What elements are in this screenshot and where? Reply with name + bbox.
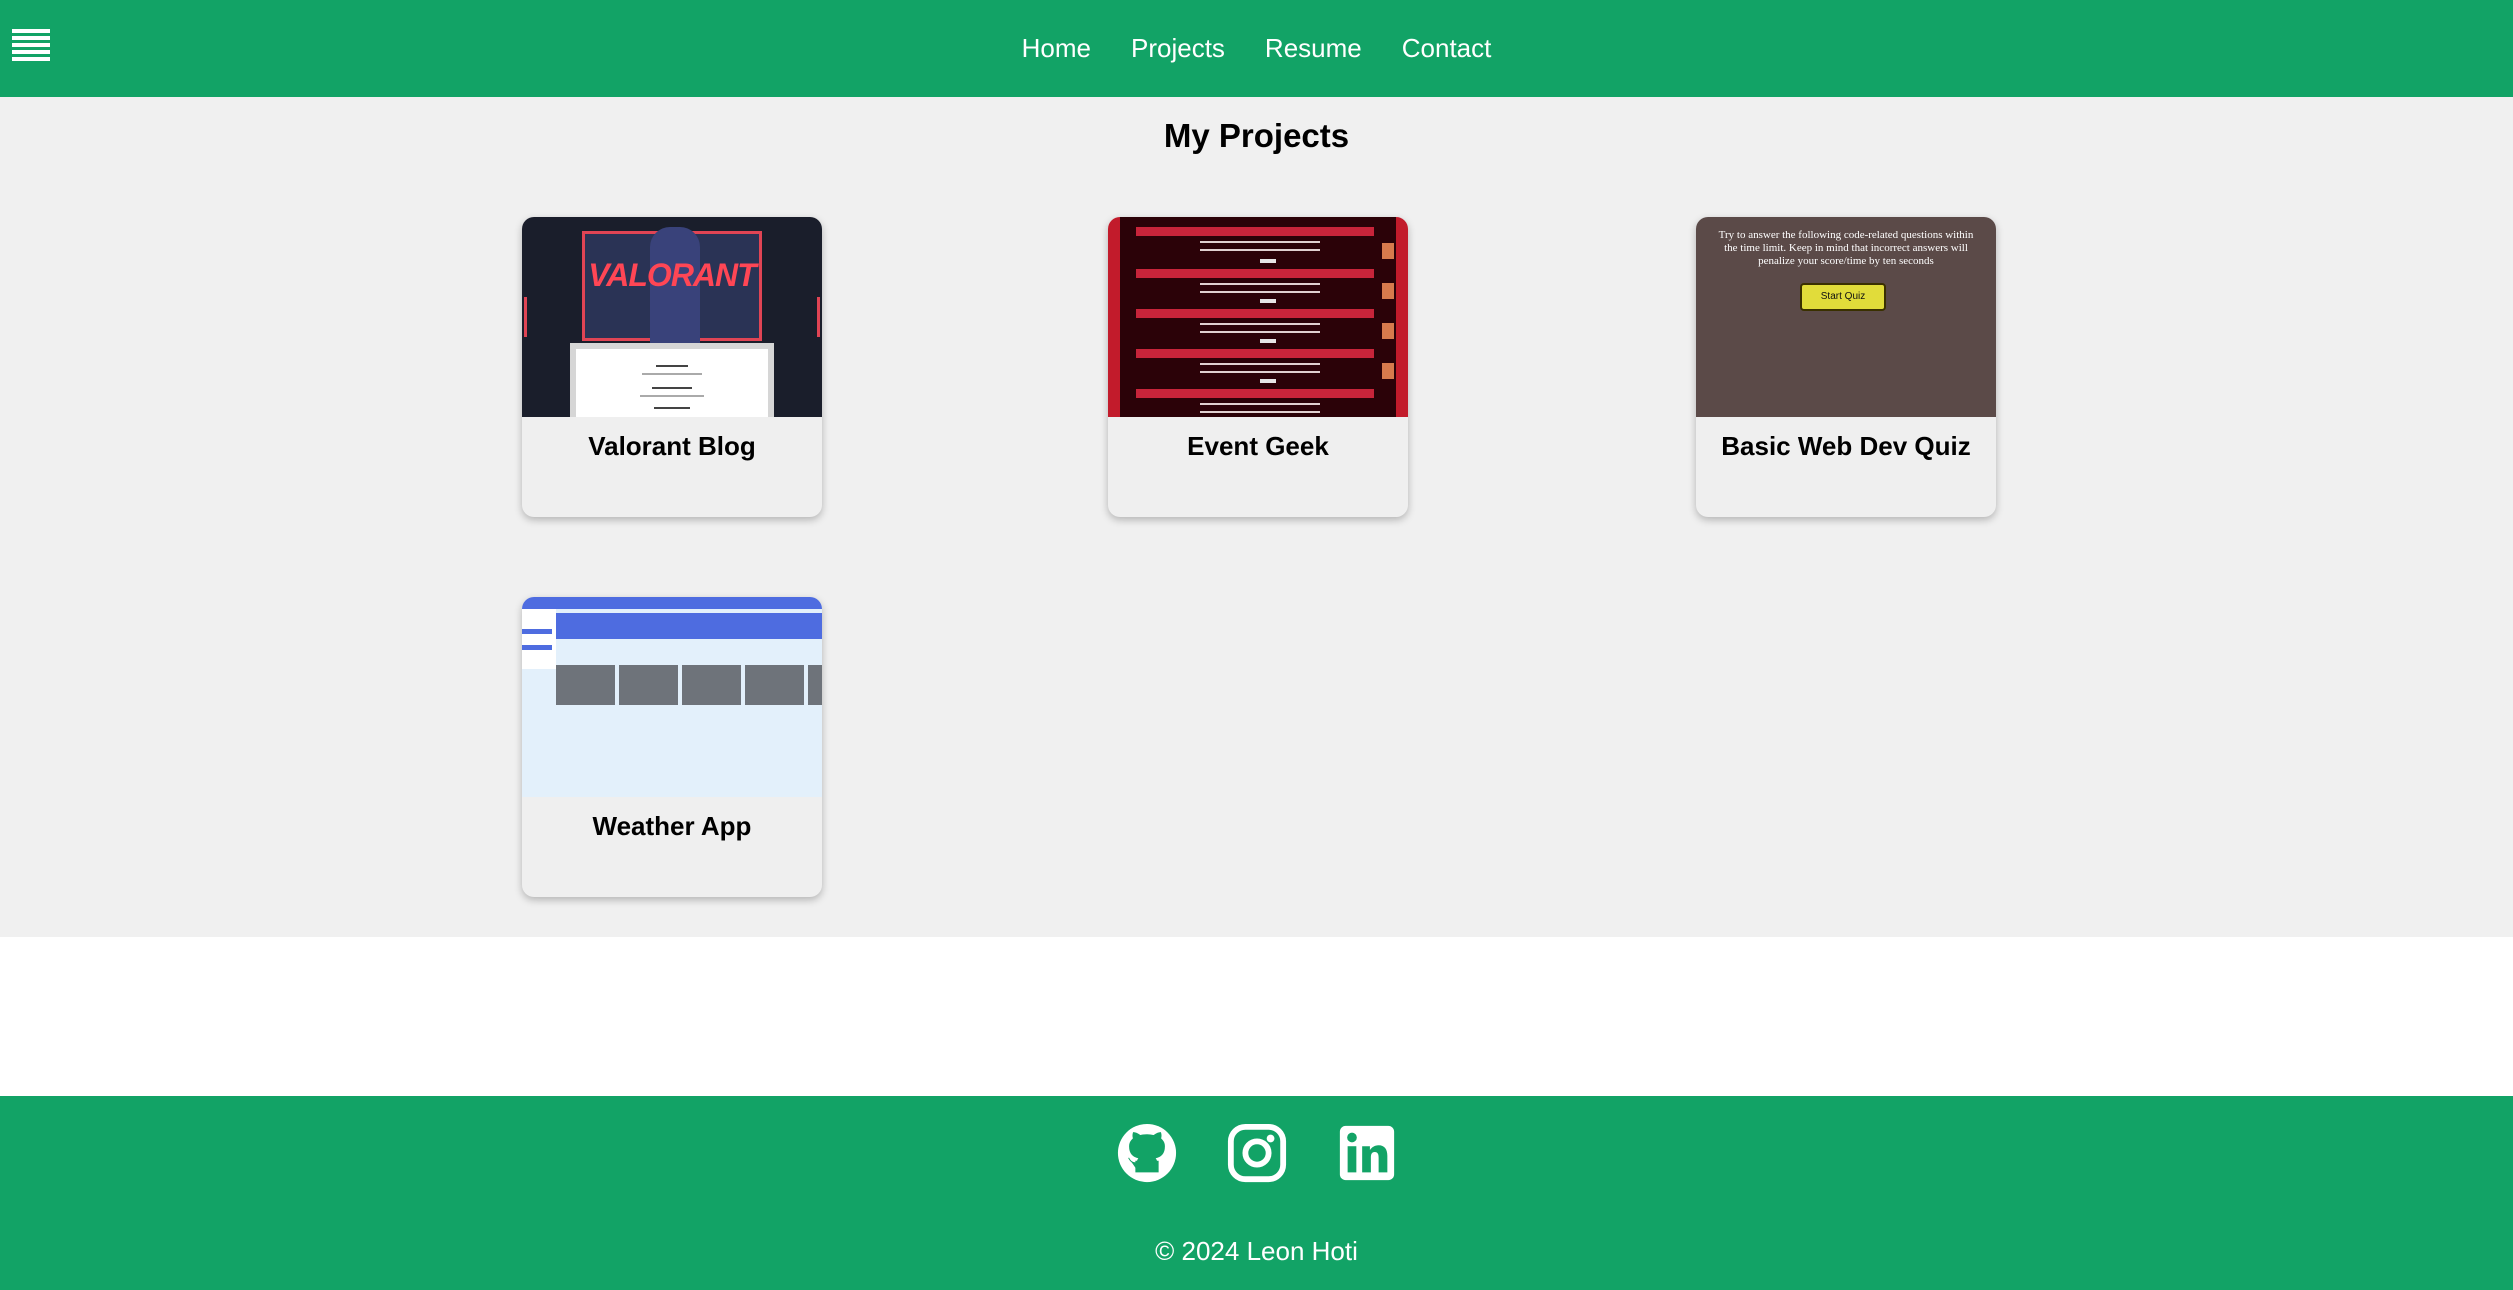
footer: © 2024 Leon Hoti xyxy=(0,1096,2513,1290)
github-icon[interactable] xyxy=(1116,1122,1178,1184)
main-nav: Home Projects Resume Contact xyxy=(0,0,2513,97)
project-card-event-geek[interactable]: Event Geek xyxy=(1108,217,1408,517)
project-title: Basic Web Dev Quiz xyxy=(1721,431,1971,461)
valorant-logo: VALORANT xyxy=(588,257,756,293)
project-thumbnail xyxy=(522,597,822,797)
projects-section: My Projects VALORANT Valorant Blog Event… xyxy=(0,97,2513,937)
quiz-instructions: Try to answer the following code-related… xyxy=(1718,229,1974,267)
project-card-web-dev-quiz[interactable]: Try to answer the following code-related… xyxy=(1696,217,1996,517)
top-nav-bar: Home Projects Resume Contact xyxy=(0,0,2513,97)
page-title: My Projects xyxy=(1163,117,1350,154)
project-card-weather-app[interactable]: Weather App xyxy=(522,597,822,897)
project-thumbnail xyxy=(1108,217,1408,417)
instagram-icon[interactable] xyxy=(1226,1122,1288,1184)
linkedin-icon[interactable] xyxy=(1336,1122,1398,1184)
start-quiz-button: Start Quiz xyxy=(1800,283,1886,311)
project-thumbnail: Try to answer the following code-related… xyxy=(1696,217,1996,417)
social-links xyxy=(0,1122,2513,1184)
project-title: Weather App xyxy=(592,811,752,841)
project-title: Valorant Blog xyxy=(588,431,756,461)
copyright-text: © 2024 Leon Hoti xyxy=(1155,1236,1358,1266)
project-title: Event Geek xyxy=(1187,431,1329,461)
nav-link-resume[interactable]: Resume xyxy=(1265,33,1362,64)
nav-link-contact[interactable]: Contact xyxy=(1402,33,1492,64)
project-card-valorant-blog[interactable]: VALORANT Valorant Blog xyxy=(522,217,822,517)
project-thumbnail: VALORANT xyxy=(522,217,822,417)
nav-link-home[interactable]: Home xyxy=(1022,33,1091,64)
nav-link-projects[interactable]: Projects xyxy=(1131,33,1225,64)
